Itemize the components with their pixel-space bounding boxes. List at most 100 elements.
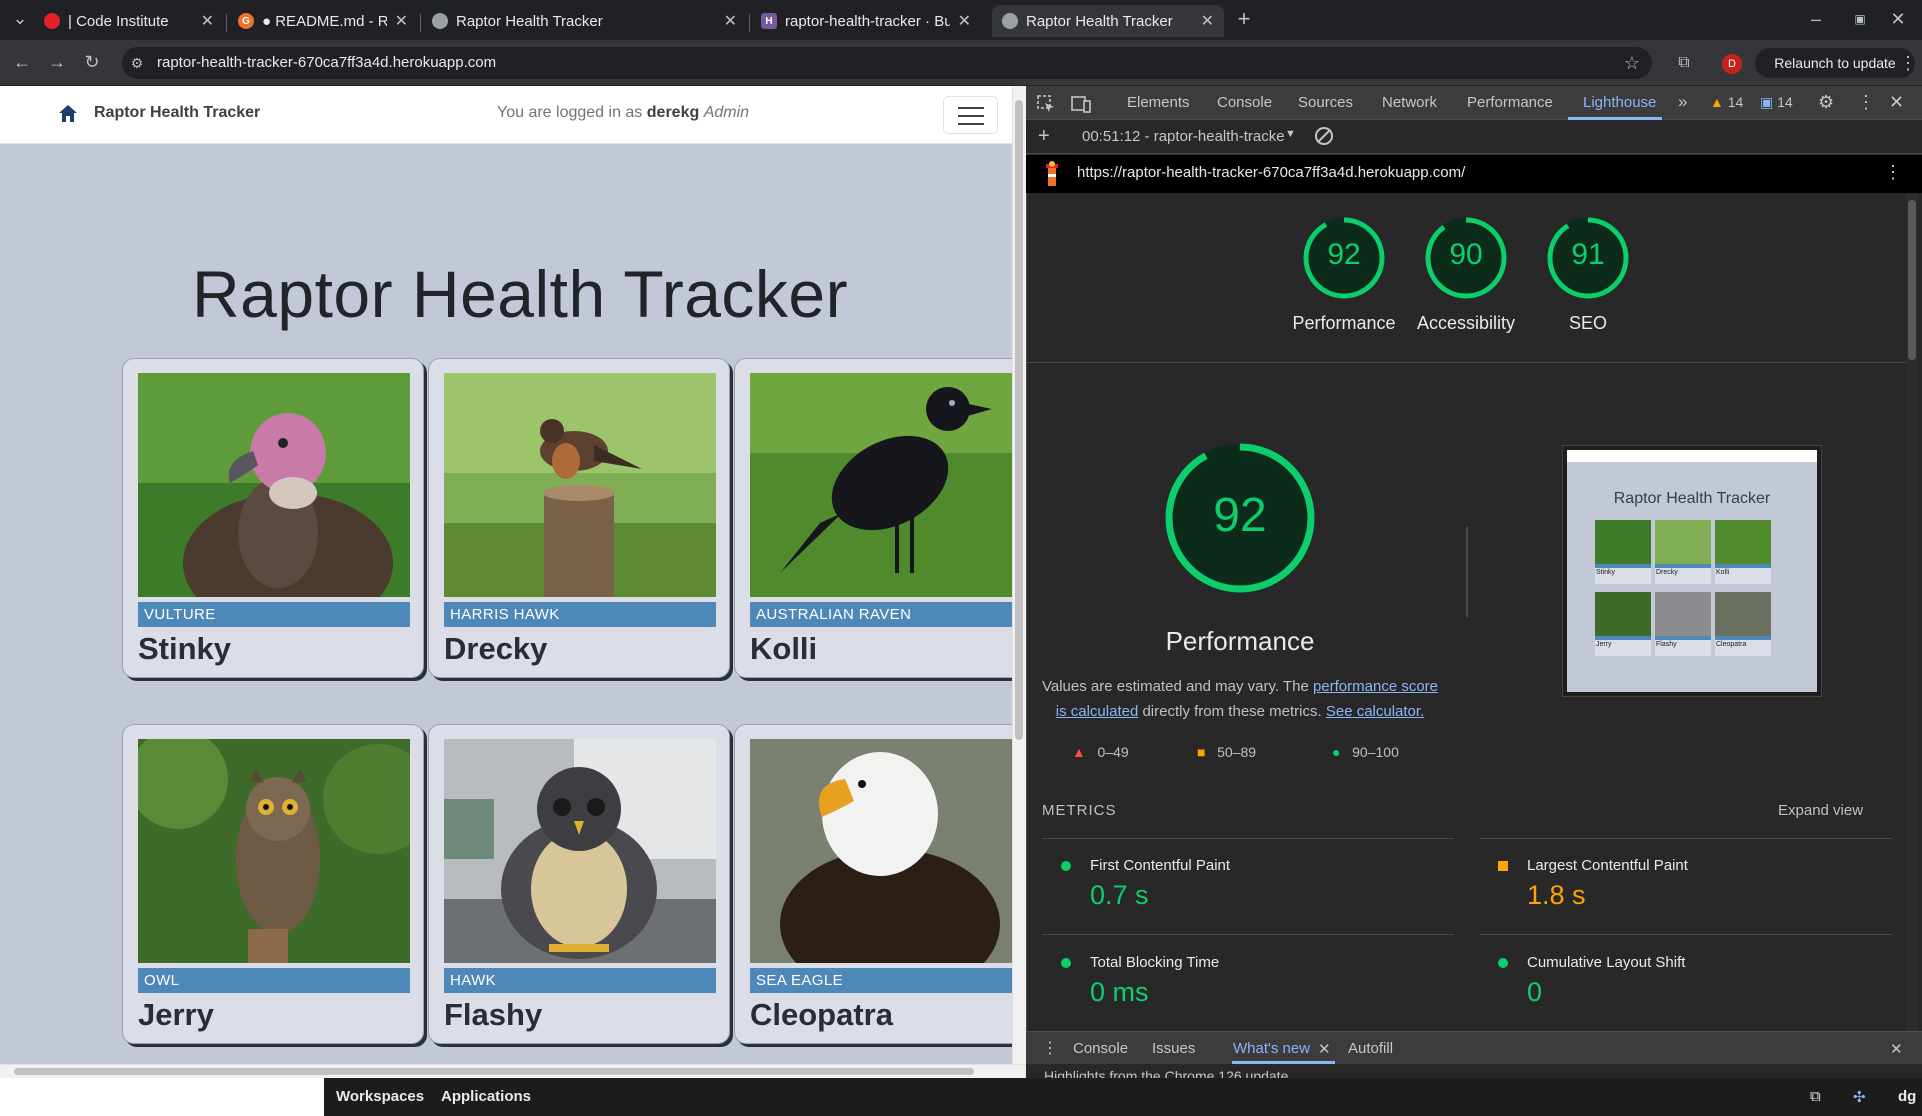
maximize-window-icon[interactable]: ▣	[1846, 5, 1874, 33]
messages-counter[interactable]: ▣ 14	[1760, 94, 1793, 111]
expand-view-toggle[interactable]: Expand view	[1778, 802, 1863, 819]
extensions-puzzle-icon[interactable]: ⧉	[1670, 49, 1698, 77]
bookmark-star-icon[interactable]: ☆	[1618, 49, 1646, 77]
devtools-tab-performance[interactable]: Performance	[1467, 94, 1553, 111]
close-drawer-icon[interactable]: ✕	[1890, 1040, 1903, 1058]
close-window-icon[interactable]: ✕	[1884, 5, 1912, 33]
browser-tab-2[interactable]: G ● README.md - Raptor_Hea ✕	[228, 5, 418, 37]
close-tab-icon[interactable]: ✕	[724, 11, 737, 31]
close-tab-icon[interactable]: ✕	[958, 11, 971, 31]
big-score-label: Performance	[1165, 626, 1315, 656]
drawer-tab-whats-new[interactable]: What's new	[1233, 1040, 1310, 1057]
drawer-tab-console[interactable]: Console	[1073, 1040, 1128, 1057]
fail-triangle-icon: ▲	[1072, 744, 1086, 760]
warnings-count: 14	[1727, 94, 1744, 110]
dropdown-arrow-icon[interactable]: ▼	[1285, 128, 1296, 140]
device-toolbar-icon[interactable]	[1070, 94, 1092, 114]
address-url[interactable]: raptor-health-tracker-670ca7ff3a4d.herok…	[157, 54, 496, 71]
bird-card[interactable]: OWL Jerry	[122, 724, 424, 1044]
metric-value: 0.7 s	[1090, 880, 1149, 910]
web-page-viewport: Raptor Health Tracker You are logged in …	[0, 86, 1012, 1076]
bird-card[interactable]: AUSTRALIAN RAVEN Kolli	[734, 358, 1012, 678]
divider	[1466, 527, 1468, 617]
lighthouse-logo-icon	[1046, 161, 1058, 186]
settings-gear-icon[interactable]: ⚙	[1818, 92, 1834, 113]
devtools-tab-network[interactable]: Network	[1382, 94, 1437, 111]
species-label: HAWK	[444, 968, 716, 993]
devtools-menu-icon[interactable]: ⋮	[1857, 92, 1875, 113]
tab-search-chevron-icon[interactable]: ⌄	[6, 4, 34, 32]
thumb-card: Stinky	[1595, 520, 1651, 584]
new-report-plus-icon[interactable]: +	[1038, 125, 1050, 148]
report-menu-icon[interactable]: ⋮	[1884, 162, 1902, 183]
profile-avatar[interactable]: D	[1722, 54, 1742, 74]
species-label: AUSTRALIAN RAVEN	[750, 602, 1012, 627]
devtools-tab-elements[interactable]: Elements	[1127, 94, 1190, 111]
drawer-menu-icon[interactable]: ⋮	[1042, 1038, 1058, 1058]
owl-photo	[138, 739, 410, 963]
score-label: Performance	[1292, 313, 1396, 333]
metric-pass-icon	[1061, 861, 1071, 871]
score-value: 90	[1449, 238, 1483, 271]
reload-icon[interactable]: ↻	[78, 48, 106, 76]
bird-card[interactable]: HARRIS HAWK Drecky	[428, 358, 730, 678]
taskbar-applications[interactable]: Applications	[441, 1088, 531, 1105]
bird-card[interactable]: VULTURE Stinky	[122, 358, 424, 678]
big-performance-gauge: 92	[1164, 442, 1316, 594]
page-screenshot-thumbnail[interactable]: Raptor Health Tracker Stinky Drecky Koll…	[1562, 445, 1822, 697]
new-tab-plus-icon[interactable]: +	[1230, 5, 1258, 33]
browser-tab-3[interactable]: Raptor Health Tracker ✕	[422, 5, 747, 37]
page-horizontal-scroll-thumb[interactable]	[14, 1068, 974, 1075]
inspect-element-icon[interactable]	[1036, 94, 1056, 114]
tab-title: Raptor Health Tracker	[456, 12, 603, 30]
more-tabs-chevron-icon[interactable]: »	[1678, 92, 1687, 112]
close-tab-icon[interactable]: ✕	[201, 11, 214, 31]
taskbar-workspaces[interactable]: Workspaces	[336, 1088, 424, 1105]
devtools-tab-lighthouse[interactable]: Lighthouse	[1583, 94, 1656, 111]
legend-fail: ▲ 0–49	[1072, 744, 1129, 760]
browser-tab-5-active[interactable]: Raptor Health Tracker ✕	[992, 5, 1224, 37]
see-calculator-link[interactable]: See calculator.	[1326, 703, 1424, 720]
score-gauge-accessibility[interactable]: 90	[1424, 216, 1508, 300]
thumb-card: Kolli	[1715, 520, 1771, 584]
clear-reports-icon[interactable]	[1315, 127, 1333, 145]
navbar-toggler-button[interactable]	[943, 96, 998, 134]
tab-title: raptor-health-tracker · Build	[785, 12, 950, 30]
warnings-counter[interactable]: ▲ 14	[1710, 94, 1743, 110]
report-url[interactable]: https://raptor-health-tracker-670ca7ff3a…	[1077, 164, 1465, 181]
drawer-tab-issues[interactable]: Issues	[1152, 1040, 1195, 1057]
tray-windows-icon[interactable]: ⧉	[1810, 1088, 1821, 1105]
devtools-tab-sources[interactable]: Sources	[1298, 94, 1353, 111]
legend-range: 50–89	[1217, 744, 1257, 760]
bird-card[interactable]: HAWK Flashy	[428, 724, 730, 1044]
close-drawer-tab-icon[interactable]: ✕	[1318, 1040, 1331, 1058]
site-info-icon[interactable]: ⚙	[123, 49, 151, 77]
thumb-card: Cleopatra	[1715, 592, 1771, 656]
score-gauge-seo[interactable]: 91	[1546, 216, 1630, 300]
browser-tab-1[interactable]: | Code Institute ✕	[34, 5, 224, 37]
browser-menu-icon[interactable]: ⋮	[1894, 49, 1922, 77]
devtools-tab-console[interactable]: Console	[1217, 94, 1272, 111]
devtools-scroll-thumb[interactable]	[1908, 200, 1916, 360]
score-gauge-performance[interactable]: 92	[1302, 216, 1386, 300]
page-vertical-scroll-thumb[interactable]	[1015, 100, 1023, 740]
report-selector[interactable]: 00:51:12 - raptor-health-tracke	[1082, 128, 1296, 145]
tray-slack-icon[interactable]: ✣	[1853, 1088, 1866, 1106]
note-text: directly from these metrics.	[1138, 703, 1326, 720]
site-navbar: Raptor Health Tracker You are logged in …	[0, 86, 1012, 144]
close-devtools-icon[interactable]: ✕	[1889, 92, 1904, 113]
bird-card[interactable]: SEA EAGLE Cleopatra	[734, 724, 1012, 1044]
minimize-window-icon[interactable]: –	[1802, 5, 1830, 33]
home-icon[interactable]	[58, 104, 78, 123]
close-tab-icon[interactable]: ✕	[1201, 11, 1214, 31]
site-brand[interactable]: Raptor Health Tracker	[94, 104, 260, 122]
tab-title: | Code Institute	[68, 12, 169, 30]
forward-arrow-icon[interactable]: →	[43, 48, 71, 76]
relaunch-to-update-button[interactable]: Relaunch to update	[1755, 48, 1915, 78]
back-arrow-icon[interactable]: ←	[8, 48, 36, 76]
close-tab-icon[interactable]: ✕	[395, 11, 408, 31]
drawer-tab-autofill[interactable]: Autofill	[1348, 1040, 1393, 1057]
selected-tab-indicator	[1568, 117, 1662, 120]
browser-tab-4[interactable]: H raptor-health-tracker · Build ✕	[751, 5, 981, 37]
taskbar-user[interactable]: dg	[1898, 1088, 1916, 1105]
